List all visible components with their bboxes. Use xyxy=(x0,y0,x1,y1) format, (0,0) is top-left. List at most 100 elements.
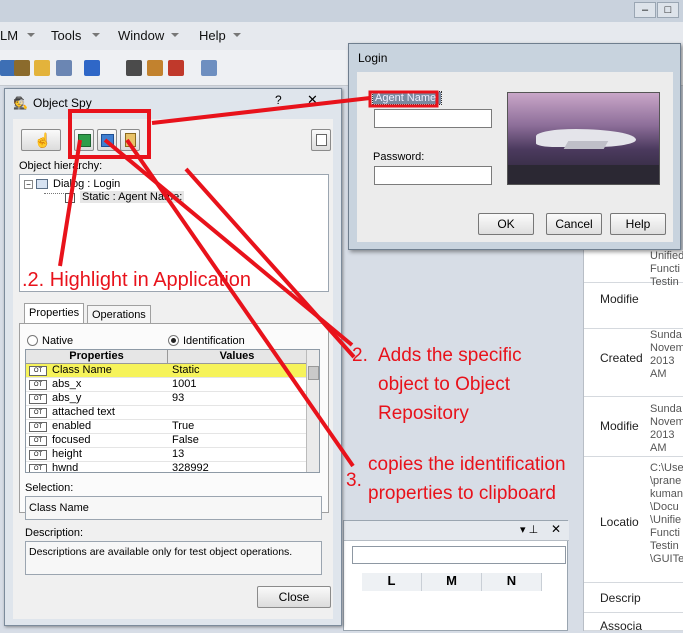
grid-scrollbar[interactable] xyxy=(306,350,319,472)
object-icon: OT xyxy=(29,464,47,472)
password-label: Password: xyxy=(373,151,425,163)
identification-radio[interactable] xyxy=(168,335,179,346)
table-row[interactable]: OT abs_x 1001 xyxy=(26,378,306,392)
property-value: True xyxy=(172,420,195,432)
password-field[interactable] xyxy=(374,166,492,185)
property-key: Descrip xyxy=(600,591,641,605)
property-value: Static xyxy=(172,364,200,376)
menu-lm[interactable]: LM xyxy=(0,28,18,43)
table-row[interactable]: OT attached text xyxy=(26,406,306,420)
property-value: Sunda Novem 2013 AM xyxy=(650,403,683,454)
property-key: Modifie xyxy=(600,292,639,306)
clipboard-icon xyxy=(125,133,136,147)
property-value: 13 xyxy=(172,448,185,460)
close-icon[interactable]: ✕ xyxy=(551,522,561,536)
description-value: Descriptions are available only for test… xyxy=(29,546,293,558)
hand-pointer-icon: ☝ xyxy=(34,132,52,148)
runway xyxy=(508,165,659,184)
description-label: Description: xyxy=(25,527,84,539)
agent-name-field[interactable] xyxy=(374,109,492,128)
help-button[interactable]: Help xyxy=(610,213,666,235)
book-icon[interactable] xyxy=(56,60,72,76)
annotation-number-3: 3. xyxy=(346,470,362,491)
property-value: 1001 xyxy=(172,378,197,390)
static-icon xyxy=(65,193,75,203)
minimize-button[interactable]: – xyxy=(634,2,656,18)
airplane-image xyxy=(507,92,660,185)
table-row[interactable]: OT Class Name Static xyxy=(26,364,306,378)
stay-on-top-button[interactable] xyxy=(311,129,331,151)
column-header[interactable]: N xyxy=(482,573,542,591)
property-name: enabled xyxy=(52,420,92,432)
column-header[interactable]: L xyxy=(362,573,422,591)
play-icon[interactable] xyxy=(84,60,100,76)
table-row[interactable]: OT abs_y 93 xyxy=(26,392,306,406)
chevron-down-icon xyxy=(233,33,241,37)
close-button[interactable]: Close xyxy=(257,586,331,608)
ok-button[interactable]: OK xyxy=(478,213,534,235)
tab-operations[interactable]: Operations xyxy=(87,305,151,325)
table-row[interactable]: OT hwnd 328992 xyxy=(26,462,306,473)
login-body: Agent Name: Password: OK Cancel Help xyxy=(357,72,673,242)
radio-dot xyxy=(171,338,176,343)
annotation-highlight: .2. Highlight in Application xyxy=(22,269,252,291)
list-item: Modifie xyxy=(584,283,683,329)
property-value: 328992 xyxy=(172,462,209,473)
object-icon: OT xyxy=(29,436,47,446)
property-key: Created xyxy=(600,351,643,365)
selection-value: Class Name xyxy=(29,502,89,514)
close-icon[interactable]: ✕ xyxy=(307,92,318,108)
identification-label: Identification xyxy=(183,335,245,347)
dialog-icon xyxy=(36,179,48,189)
pin-icon[interactable]: ▾ ⊥ xyxy=(520,523,538,536)
description-field: Descriptions are available only for test… xyxy=(25,541,322,575)
property-name: abs_y xyxy=(52,392,82,404)
menu-tools[interactable]: Tools xyxy=(51,28,81,43)
properties-grid[interactable]: Properties Values OT Class Name Static O… xyxy=(25,349,320,473)
list-item: Descrip xyxy=(584,583,683,613)
column-header: Properties xyxy=(26,350,168,364)
folder-icon[interactable] xyxy=(34,60,50,76)
table-row[interactable]: OT enabled True xyxy=(26,420,306,434)
annotation-number-2: 2. xyxy=(352,345,368,366)
column-header[interactable]: M xyxy=(422,573,482,591)
menu-help[interactable]: Help xyxy=(199,28,226,43)
dialog-title: Login xyxy=(358,51,388,65)
native-label: Native xyxy=(42,335,74,347)
property-name: Class Name xyxy=(52,364,112,376)
tree-item-dialog[interactable]: Dialog : Login xyxy=(53,178,120,190)
pointing-hand-button[interactable]: ☝ xyxy=(21,129,61,151)
document-icon[interactable] xyxy=(201,60,217,76)
property-name: attached text xyxy=(52,406,115,418)
scroll-thumb[interactable] xyxy=(308,366,319,380)
object-icon: OT xyxy=(29,394,47,404)
highlight-cube-icon xyxy=(78,134,91,147)
table-row[interactable]: OT focused False xyxy=(26,434,306,448)
toolbar-icon[interactable] xyxy=(168,60,184,76)
window-icon xyxy=(316,134,327,146)
property-key: Modifie xyxy=(600,419,639,433)
highlight-in-application-button[interactable] xyxy=(74,129,94,151)
record-icon[interactable] xyxy=(126,60,142,76)
selection-field[interactable]: Class Name xyxy=(25,496,322,520)
copy-to-clipboard-button[interactable] xyxy=(120,129,140,151)
object-icon: OT xyxy=(29,366,47,376)
help-button[interactable]: ? xyxy=(275,93,282,107)
table-row[interactable]: OT height 13 xyxy=(26,448,306,462)
tab-properties[interactable]: Properties xyxy=(24,303,85,323)
formula-bar[interactable] xyxy=(352,546,566,564)
property-name: height xyxy=(52,448,82,460)
menu-window[interactable]: Window xyxy=(118,28,164,43)
collapse-icon[interactable]: − xyxy=(24,180,33,189)
maximize-button[interactable]: □ xyxy=(657,2,679,18)
cancel-button[interactable]: Cancel xyxy=(546,213,602,235)
spy-icon[interactable] xyxy=(147,60,163,76)
tree-item-static[interactable]: Static : Agent Name: xyxy=(80,191,185,203)
toolbar-icon[interactable] xyxy=(14,60,30,76)
list-item: Created Sunda Novem 2013 AM xyxy=(584,329,683,397)
object-icon: OT xyxy=(29,422,47,432)
property-value: C:\Use \prane kuman \Docu \Unifie Functi… xyxy=(650,462,683,565)
native-radio[interactable] xyxy=(27,335,38,346)
annotation-copy-clipboard: copies the identification properties to … xyxy=(368,454,566,504)
add-to-repository-button[interactable] xyxy=(97,129,117,151)
